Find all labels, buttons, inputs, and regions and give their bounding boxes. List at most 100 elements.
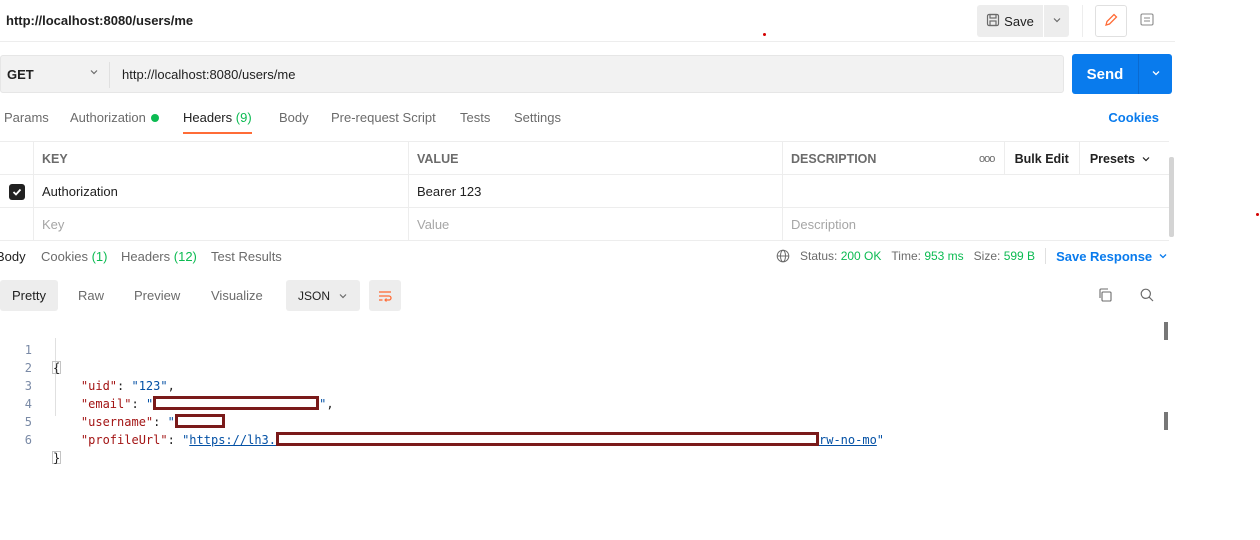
tab-label: Headers: [121, 249, 171, 264]
code-line: 4 "username": ": [0, 377, 1175, 429]
new-value-input[interactable]: Value: [408, 208, 782, 241]
time-value[interactable]: 953 ms: [924, 249, 963, 263]
method-select[interactable]: GET: [7, 67, 34, 82]
profile-url-link[interactable]: https://lh3.: [189, 433, 276, 447]
tab-count: (9): [235, 110, 252, 125]
tab-response-cookies[interactable]: Cookies (1): [41, 249, 107, 264]
response-tabs: Body Cookies (1) Headers (12) Test Resul…: [0, 241, 1175, 271]
request-tabs: Params Authorization Headers (9) Body Pr…: [0, 106, 1175, 140]
table-row: Authorization Bearer 123: [0, 175, 1169, 208]
tab-headers[interactable]: Headers (9): [183, 110, 252, 134]
tab-authorization[interactable]: Authorization: [70, 110, 159, 125]
url-bar: GET http://localhost:8080/users/me: [0, 55, 1064, 93]
tab-response-headers[interactable]: Headers (12): [121, 249, 197, 264]
chevron-down-icon[interactable]: [1158, 251, 1168, 261]
edit-button[interactable]: [1095, 5, 1127, 37]
save-response-button[interactable]: Save Response: [1056, 249, 1152, 264]
view-raw[interactable]: Raw: [78, 280, 104, 311]
close-brace: }: [52, 451, 62, 465]
code-line: 3 "email": " ",: [0, 359, 1175, 411]
row-checkbox[interactable]: [8, 183, 25, 200]
tab-response-body[interactable]: Body: [0, 249, 26, 264]
response-body-editor[interactable]: 1 { 2 "uid": "123", 3 "email": " ", 4 "us…: [0, 323, 1175, 464]
editor-scrollbar[interactable]: [1164, 412, 1168, 430]
request-title[interactable]: http://localhost:8080/users/me: [6, 13, 193, 28]
send-button[interactable]: Send: [1072, 54, 1172, 94]
redaction-box: [276, 432, 819, 446]
pencil-icon: [1103, 12, 1119, 31]
status-label: Status:: [800, 249, 838, 263]
request-title-bar: http://localhost:8080/users/me Save: [0, 0, 1175, 42]
presets-label: Presets: [1089, 151, 1135, 166]
format-select[interactable]: JSON: [286, 280, 360, 311]
time-label: Time:: [891, 249, 921, 263]
response-meta: Status: 200 OK Time: 953 ms Size: 599 B …: [776, 248, 1168, 264]
divider: [1045, 248, 1047, 264]
table-header-row: KEY VALUE DESCRIPTION ooo Bulk Edit Pres…: [0, 142, 1169, 175]
json-key: "profileUrl": [80, 433, 168, 447]
globe-icon[interactable]: [776, 249, 790, 263]
tab-body[interactable]: Body: [279, 110, 309, 125]
tab-tests[interactable]: Tests: [460, 110, 490, 125]
header-value-cell[interactable]: Bearer 123: [408, 175, 782, 208]
more-options-icon[interactable]: ooo: [970, 153, 1004, 165]
code-line: 1 {: [0, 323, 1175, 374]
chevron-down-icon: [1142, 156, 1150, 161]
search-icon[interactable]: [1139, 287, 1155, 306]
line-number: 6: [24, 433, 32, 447]
tab-test-results[interactable]: Test Results: [211, 249, 282, 264]
column-header-key: KEY: [33, 142, 408, 175]
new-description-input[interactable]: Description: [782, 208, 1169, 241]
checkmark-icon: [12, 188, 21, 196]
response-view-bar: Pretty Raw Preview Visualize JSON: [0, 280, 1175, 312]
save-label: Save: [1004, 13, 1034, 29]
table-row-new: Key Value Description: [0, 208, 1169, 241]
column-header-value: VALUE: [408, 142, 782, 175]
documentation-button[interactable]: [1131, 5, 1163, 37]
copy-icon[interactable]: [1097, 287, 1113, 306]
editor-scrollbar[interactable]: [1164, 322, 1168, 340]
tab-count: (12): [173, 249, 197, 264]
header-description-cell[interactable]: [782, 175, 1169, 208]
save-button[interactable]: Save: [977, 5, 1043, 37]
bulk-edit-button[interactable]: Bulk Edit: [1003, 142, 1079, 175]
presets-button[interactable]: Presets: [1078, 142, 1161, 175]
new-key-input[interactable]: Key: [33, 208, 408, 241]
tab-settings[interactable]: Settings: [514, 110, 561, 125]
code-line: 2 "uid": "123",: [0, 341, 1175, 393]
chevron-down-icon[interactable]: [89, 67, 99, 80]
header-key-cell[interactable]: Authorization: [33, 175, 408, 208]
code-line: 5 "profileUrl": "https://lh3. rw-no-mo": [0, 395, 1175, 447]
headers-table: KEY VALUE DESCRIPTION ooo Bulk Edit Pres…: [0, 141, 1169, 241]
request-scrollbar[interactable]: [1169, 157, 1174, 237]
status-value[interactable]: 200 OK: [841, 249, 882, 263]
tab-params[interactable]: Params: [4, 110, 49, 125]
code-line: 6 }: [0, 413, 1175, 464]
view-preview[interactable]: Preview: [134, 280, 180, 311]
wrap-icon: [379, 290, 392, 302]
size-value[interactable]: 599 B: [1004, 249, 1035, 263]
stray-dot: [1256, 213, 1259, 216]
checkbox-column-header: [0, 142, 33, 175]
cookies-link[interactable]: Cookies: [1108, 110, 1159, 125]
profile-url-link-suffix[interactable]: rw-no-mo: [819, 433, 877, 447]
wrap-lines-button[interactable]: [369, 280, 401, 311]
divider: [109, 62, 110, 88]
view-pretty[interactable]: Pretty: [0, 280, 58, 311]
tab-label: Cookies: [41, 249, 88, 264]
view-visualize[interactable]: Visualize: [211, 280, 263, 311]
chevron-down-icon: [1052, 15, 1062, 28]
send-options-button[interactable]: [1139, 68, 1172, 81]
save-icon: [986, 13, 1000, 30]
chevron-down-icon: [339, 293, 347, 298]
url-input[interactable]: http://localhost:8080/users/me: [122, 67, 295, 82]
tab-count: (1): [91, 249, 108, 264]
row-checkbox-cell: [0, 208, 33, 241]
tab-prerequest-script[interactable]: Pre-request Script: [331, 110, 436, 125]
save-options-button[interactable]: [1044, 5, 1069, 37]
stray-dot: [763, 33, 766, 36]
right-toolbar: [1082, 5, 1166, 37]
save-control: Save: [977, 5, 1069, 37]
size-label: Size:: [973, 249, 1001, 263]
status-dot: [150, 114, 159, 122]
